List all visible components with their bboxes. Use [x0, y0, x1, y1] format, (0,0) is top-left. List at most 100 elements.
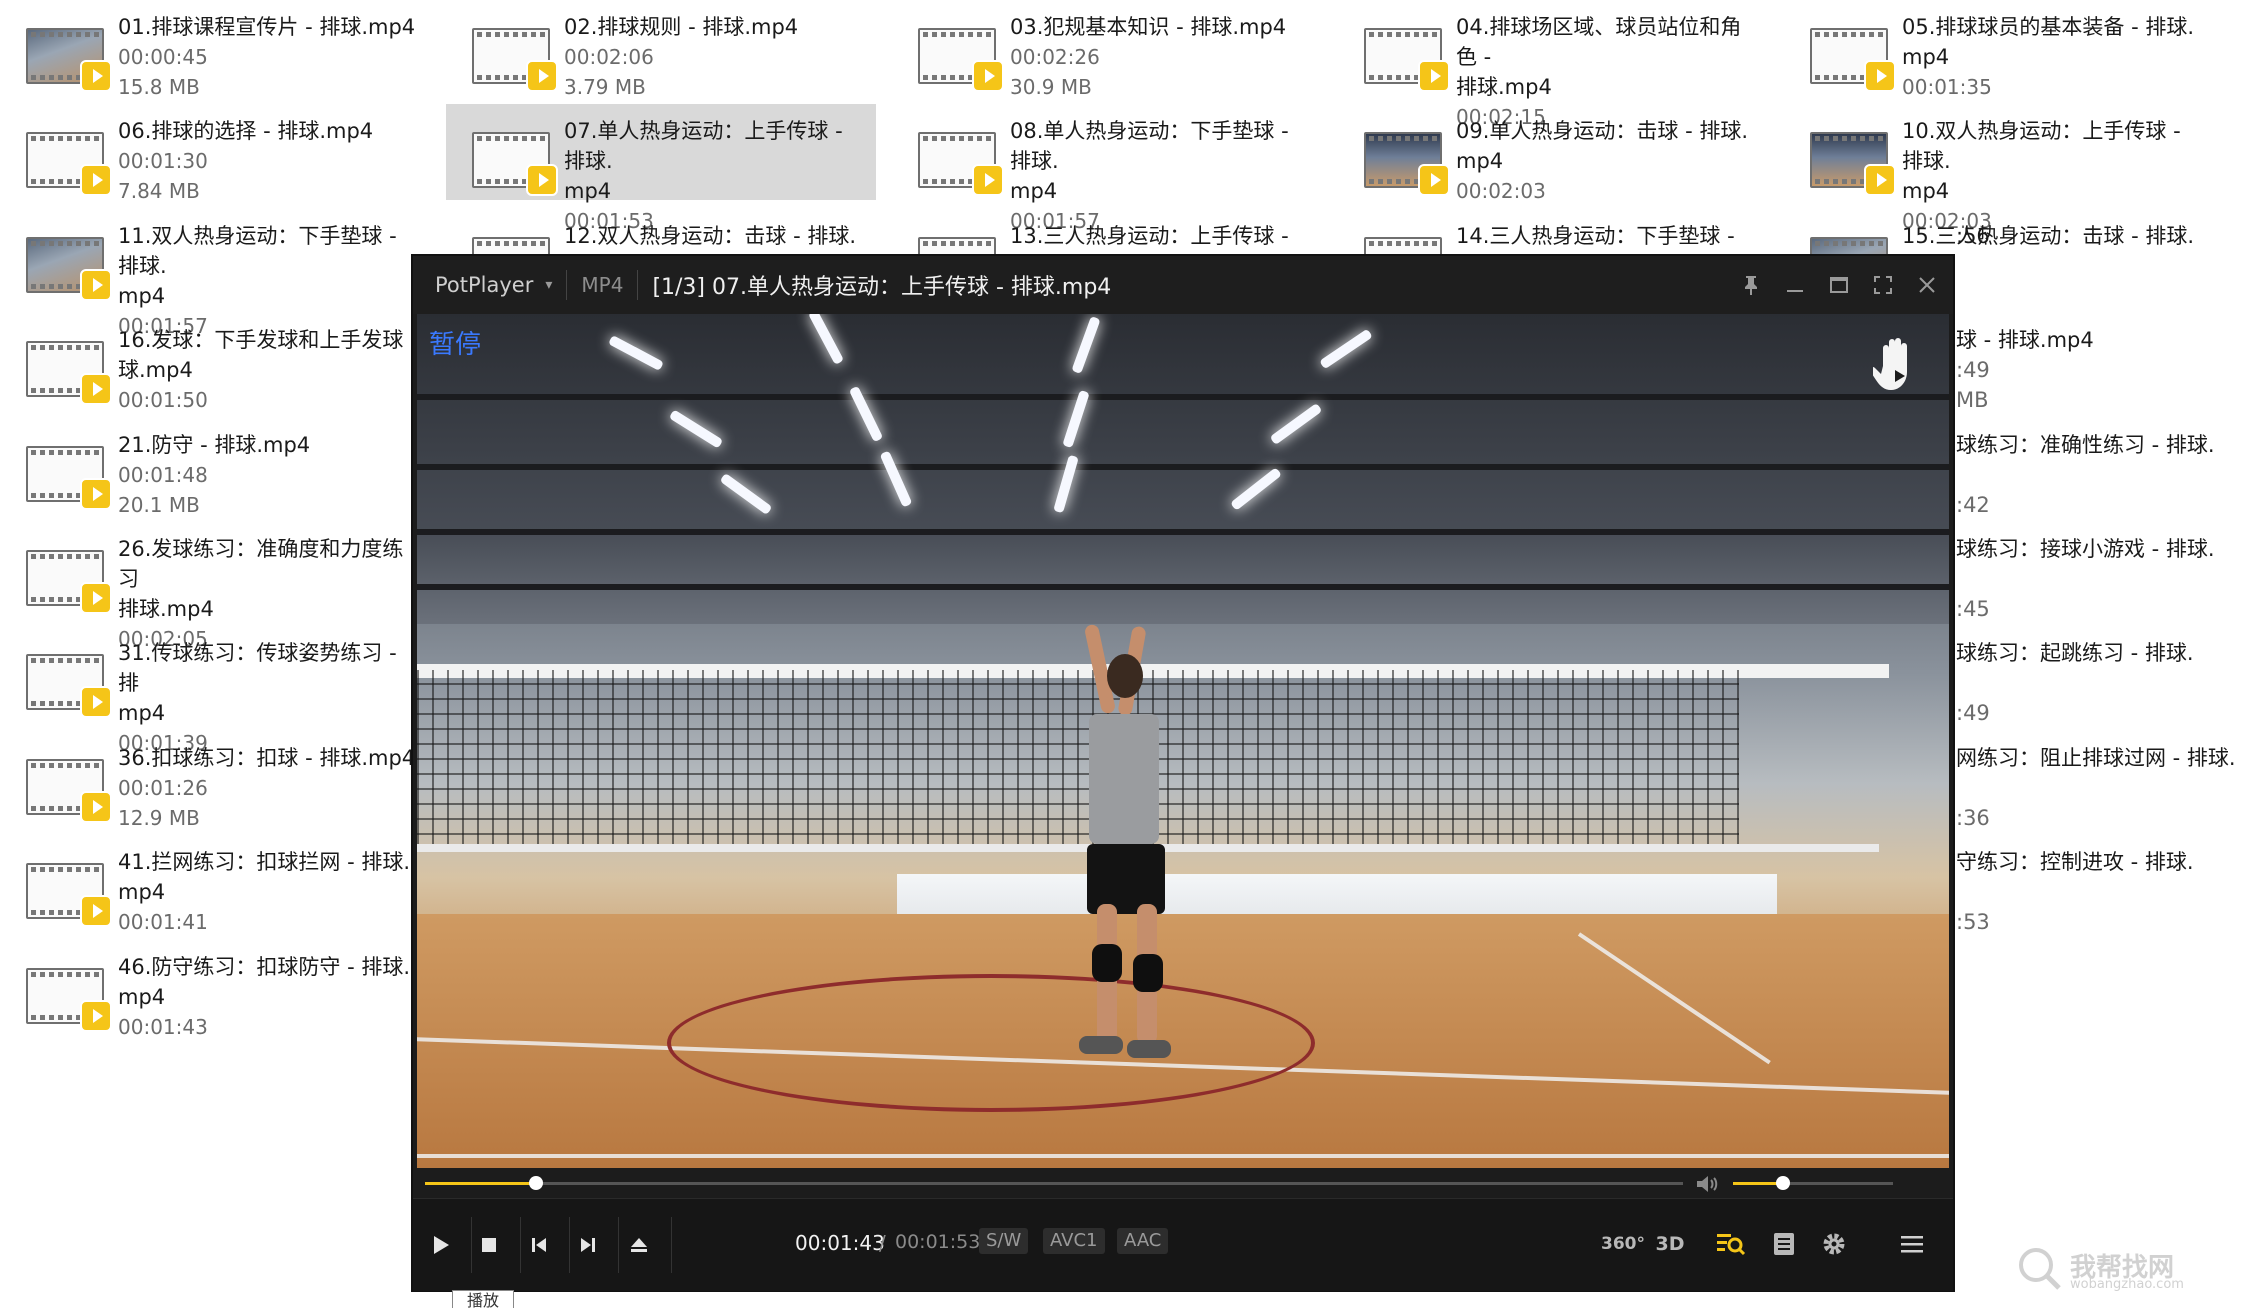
video-file-icon — [1810, 28, 1896, 92]
file-tile[interactable]: 31.传球练习：传球姿势练习 - 排 mp4 00:01:39 — [0, 626, 430, 755]
fullscreen-icon[interactable] — [1871, 273, 1895, 297]
court-floor — [417, 914, 1949, 1168]
title-bar[interactable]: PotPlayer ▾ MP4 [1/3] 07.单人热身运动：上手传球 - 排… — [413, 256, 1953, 314]
file-tile[interactable]: 02.排球规则 - 排球.mp4 00:02:06 3.79 MB — [446, 0, 876, 99]
file-tile-partial[interactable]: 网练习：阻止排球过网 - 排球.:36 — [1956, 743, 2254, 833]
chevron-down-icon: ▾ — [545, 277, 553, 293]
potplayer-window[interactable]: PotPlayer ▾ MP4 [1/3] 07.单人热身运动：上手传球 - 排… — [413, 256, 1953, 1291]
volume-handle[interactable] — [1775, 1176, 1790, 1190]
eject-button[interactable] — [619, 1225, 659, 1265]
partial-file-text — [1956, 460, 2254, 490]
file-name: 11.双人热身运动：下手垫球 - 排球. mp4 — [118, 224, 397, 308]
file-duration: 00:01:35 — [1902, 75, 1992, 99]
play-button[interactable] — [421, 1225, 461, 1265]
video-file-icon — [26, 341, 112, 405]
file-tile[interactable]: 41.拦网练习：扣球拦网 - 排球. mp4 00:01:41 — [0, 835, 430, 934]
file-tile[interactable]: 01.排球课程宣传片 - 排球.mp4 00:00:45 15.8 MB — [0, 0, 430, 99]
file-info: 05.排球球员的基本装备 - 排球. mp4 00:01:35 — [1902, 12, 2207, 102]
video-file-icon — [26, 550, 112, 614]
vr-360-button[interactable]: 360° — [1601, 1225, 1645, 1263]
video-frame[interactable]: 暂停 — [417, 314, 1949, 1168]
stop-button[interactable] — [469, 1225, 509, 1265]
maximize-icon[interactable] — [1827, 273, 1851, 297]
file-tile[interactable]: 11.双人热身运动：下手垫球 - 排球. mp4 00:01:57 — [0, 209, 430, 338]
3d-button[interactable]: 3D — [1653, 1225, 1687, 1263]
audio-codec-tag[interactable]: AAC — [1117, 1228, 1169, 1254]
file-name: 12.双人热身运动：击球 - 排球. — [564, 224, 856, 248]
pin-icon[interactable] — [1739, 273, 1763, 297]
seek-handle[interactable] — [529, 1176, 544, 1190]
play-badge-icon — [80, 269, 112, 301]
file-duration: 00:01:48 — [118, 463, 208, 487]
file-tile-partial[interactable]: :56 — [1956, 221, 2254, 311]
play-badge-icon — [80, 791, 112, 823]
play-badge-icon — [972, 60, 1004, 92]
file-tile[interactable]: 21.防守 - 排球.mp4 00:01:48 20.1 MB — [0, 418, 430, 517]
file-info: 16.发球：下手发球和上手发球 - 球.mp4 00:01:50 — [118, 325, 423, 415]
file-name: 36.扣球练习：扣球 - 排球.mp4 — [118, 746, 416, 770]
partial-file-text: :53 — [1956, 910, 1990, 934]
window-title: [1/3] 07.单人热身运动：上手传球 - 排球.mp4 — [652, 275, 1112, 300]
file-tile[interactable]: 46.防守练习：扣球防守 - 排球. mp4 00:01:43 — [0, 940, 430, 1039]
file-duration: 00:01:43 — [118, 1015, 208, 1039]
play-badge-icon — [1864, 164, 1896, 196]
file-info: 01.排球课程宣传片 - 排球.mp4 00:00:45 15.8 MB — [118, 12, 423, 102]
file-tile-partial[interactable]: 球练习：准确性练习 - 排球.:42 — [1956, 430, 2254, 520]
partial-file-text — [1956, 668, 2254, 698]
volume-slider[interactable] — [1733, 1176, 1893, 1190]
video-file-icon — [26, 863, 112, 927]
file-info: 46.防守练习：扣球防守 - 排球. mp4 00:01:43 — [118, 952, 423, 1042]
file-tile-partial[interactable]: 球练习：起跳练习 - 排球.:49 — [1956, 638, 2254, 728]
file-size: 30.9 MB — [1010, 75, 1092, 99]
previous-button[interactable] — [519, 1225, 559, 1265]
hand-icon[interactable] — [1869, 336, 1921, 392]
file-tile[interactable]: 26.发球练习：准确度和力度练习 排球.mp4 00:02:05 — [0, 522, 430, 651]
play-badge-icon — [972, 164, 1004, 196]
file-duration: 00:01:26 — [118, 776, 208, 800]
playlist-icon[interactable] — [1769, 1225, 1799, 1263]
volume-icon[interactable] — [1695, 1173, 1721, 1195]
file-tile[interactable]: 08.单人热身运动：下手垫球 - 排球. mp4 00:01:57 — [892, 104, 1322, 233]
file-tile[interactable]: 05.排球球员的基本装备 - 排球. mp4 00:01:35 — [1784, 0, 2214, 99]
next-button[interactable] — [568, 1225, 608, 1265]
decoder-tag[interactable]: S/W — [979, 1228, 1029, 1254]
file-tile[interactable]: 36.扣球练习：扣球 - 排球.mp4 00:01:26 12.9 MB — [0, 731, 430, 830]
file-info: 21.防守 - 排球.mp4 00:01:48 20.1 MB — [118, 430, 423, 520]
file-tile[interactable]: 09.单人热身运动：击球 - 排球. mp4 00:02:03 — [1338, 104, 1768, 203]
video-codec-tag[interactable]: AVC1 — [1043, 1228, 1105, 1254]
file-tile[interactable]: 07.单人热身运动：上手传球 - 排球. mp4 00:01:53 — [446, 104, 876, 233]
partial-file-text: 球练习：接球小游戏 - 排球. — [1956, 537, 2215, 561]
file-tile[interactable]: 03.犯规基本知识 - 排球.mp4 00:02:26 30.9 MB — [892, 0, 1322, 99]
file-tile-partial[interactable]: 球 - 排球.mp4:49 MB — [1956, 325, 2254, 415]
file-tile[interactable]: 16.发球：下手发球和上手发球 - 球.mp4 00:01:50 — [0, 313, 430, 412]
3d-label: 3D — [1655, 1233, 1685, 1255]
file-name: 04.排球场区域、球员站位和角色 - 排球.mp4 — [1456, 15, 1742, 99]
gear-icon[interactable] — [1819, 1225, 1849, 1263]
file-size: 20.1 MB — [118, 493, 200, 517]
subtitle-search-icon[interactable] — [1713, 1225, 1749, 1263]
watermark-logo-icon — [2019, 1248, 2061, 1290]
file-tile-partial[interactable]: 守练习：控制进攻 - 排球. :53 — [1956, 847, 2254, 937]
video-file-icon — [472, 28, 558, 92]
file-name: 07.单人热身运动：上手传球 - 排球. mp4 — [564, 119, 843, 203]
seek-bar[interactable] — [425, 1176, 1683, 1190]
file-duration: 00:02:06 — [564, 45, 654, 69]
menu-icon[interactable] — [1897, 1225, 1927, 1263]
play-badge-icon — [80, 373, 112, 405]
video-file-icon — [26, 654, 112, 718]
file-tile[interactable]: 10.双人热身运动：上手传球 - 排球. mp4 00:02:03 — [1784, 104, 2214, 233]
video-file-icon — [26, 968, 112, 1032]
play-badge-icon — [1418, 60, 1450, 92]
file-name: 03.犯规基本知识 - 排球.mp4 — [1010, 15, 1287, 39]
window-controls — [1739, 256, 1939, 314]
partial-file-text: :56 — [1956, 224, 1990, 248]
format-label: MP4 — [581, 273, 624, 297]
brand-menu[interactable]: PotPlayer ▾ — [413, 273, 552, 297]
partial-file-text: :45 — [1956, 597, 1990, 621]
minimize-icon[interactable] — [1783, 273, 1807, 297]
close-icon[interactable] — [1915, 273, 1939, 297]
file-tile[interactable]: 06.排球的选择 - 排球.mp4 00:01:30 7.84 MB — [0, 104, 430, 203]
file-tile-partial[interactable]: 球练习：接球小游戏 - 排球. :45 — [1956, 534, 2254, 624]
partial-file-text: 守练习：控制进攻 - 排球. — [1956, 850, 2194, 874]
file-tile[interactable]: 04.排球场区域、球员站位和角色 - 排球.mp4 00:02:15 — [1338, 0, 1768, 129]
